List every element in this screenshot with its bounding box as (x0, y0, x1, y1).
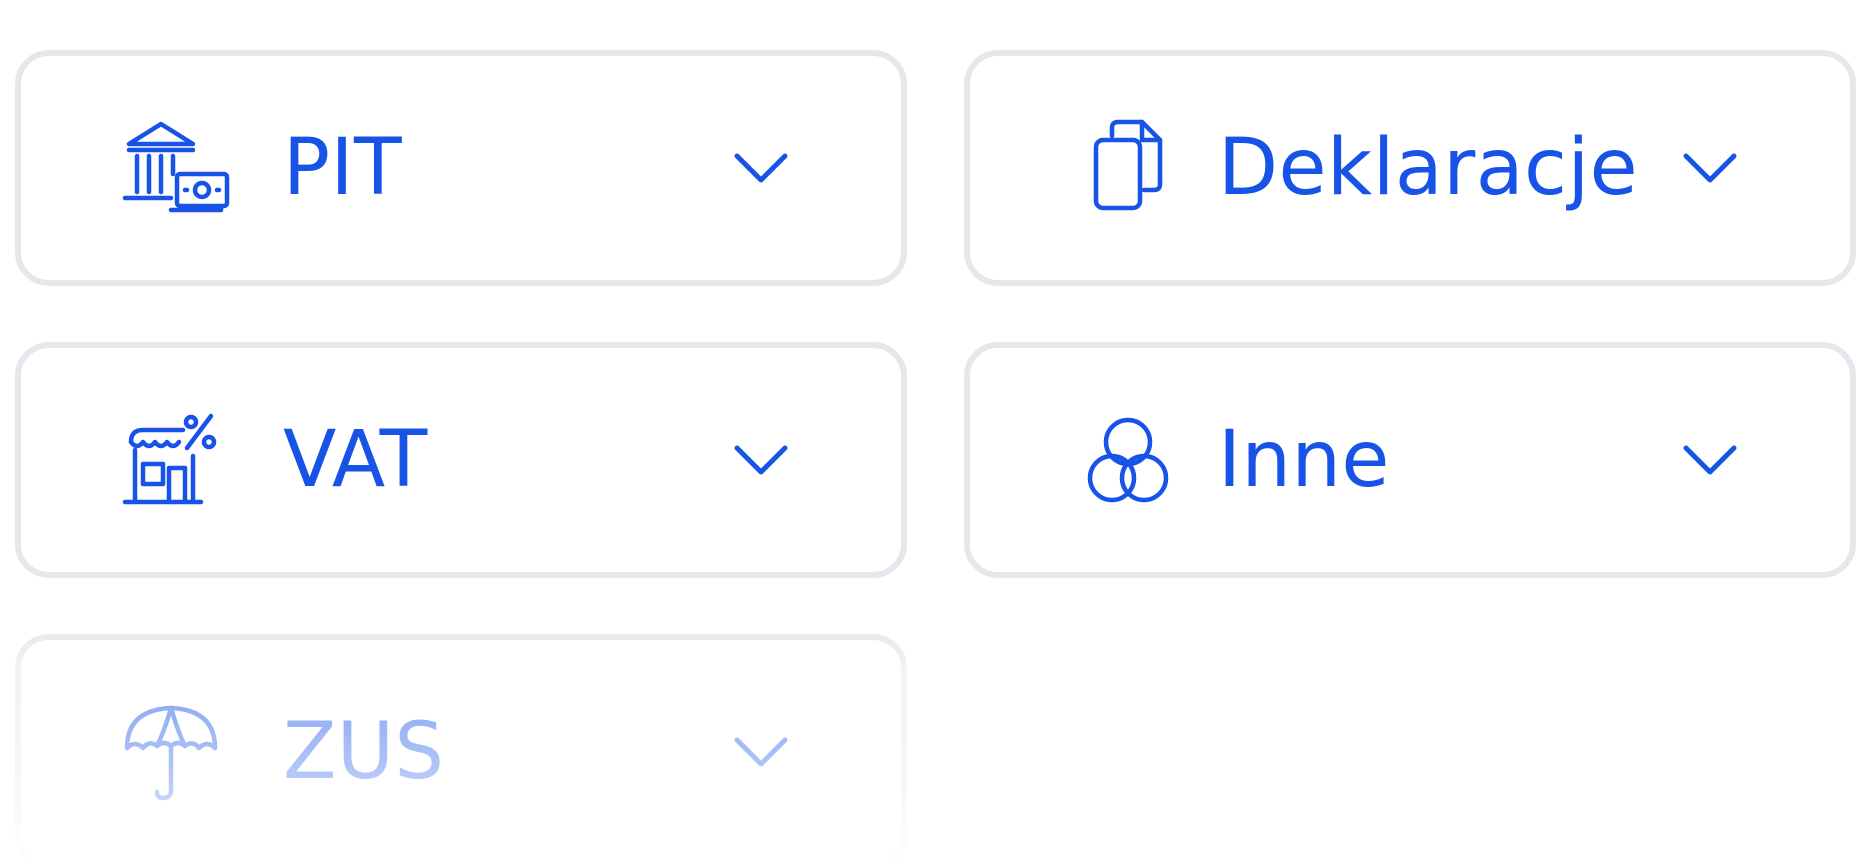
chevron-down-icon[interactable] (729, 724, 793, 780)
category-label-pit: PIT (283, 123, 403, 213)
umbrella-icon (124, 705, 218, 801)
chevron-down-icon[interactable] (729, 140, 793, 196)
chevron-down-icon[interactable] (729, 432, 793, 488)
chevron-down-icon[interactable] (1678, 432, 1742, 488)
category-label-zus: ZUS (283, 707, 445, 797)
category-grid: PIT Deklaracje VAT Inne ZUS (0, 0, 1867, 860)
documents-copy-icon (1093, 119, 1163, 211)
bank-money-icon (122, 121, 230, 213)
category-card-zus[interactable]: ZUS (15, 634, 907, 860)
category-card-pit[interactable]: PIT (15, 50, 907, 286)
category-label-inne: Inne (1218, 415, 1390, 505)
three-circles-icon (1087, 417, 1169, 503)
chevron-down-icon[interactable] (1678, 140, 1742, 196)
category-label-deklaracje: Deklaracje (1218, 123, 1639, 213)
shop-percent-icon (122, 413, 217, 505)
category-label-vat: VAT (283, 415, 428, 505)
category-card-vat[interactable]: VAT (15, 342, 907, 578)
category-card-inne[interactable]: Inne (964, 342, 1856, 578)
category-card-deklaracje[interactable]: Deklaracje (964, 50, 1856, 286)
